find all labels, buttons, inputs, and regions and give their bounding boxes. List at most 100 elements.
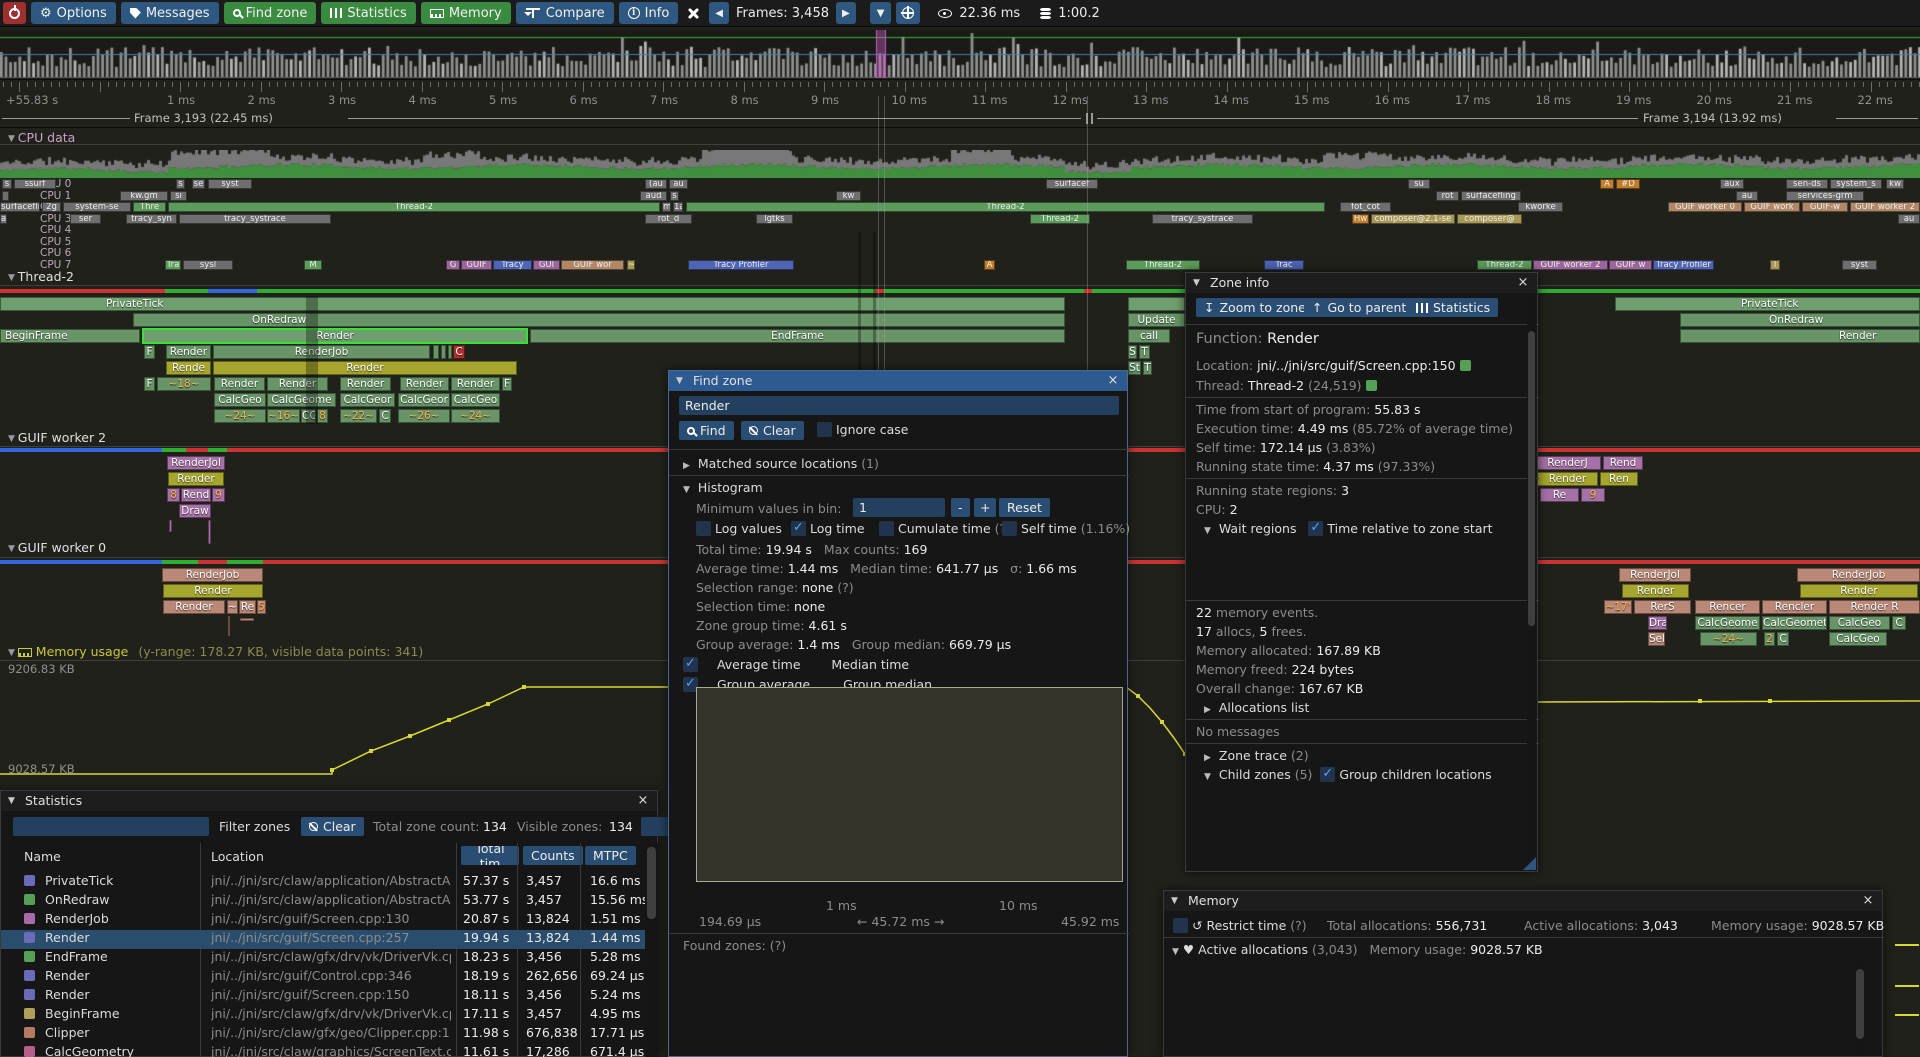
min-bin-input[interactable]	[853, 498, 945, 517]
timeline-zone[interactable]: 9	[212, 488, 225, 502]
cpu-zone[interactable]: sen-ds	[1786, 179, 1828, 189]
frame-dropdown-button[interactable]: ▼	[870, 2, 892, 24]
timeline-zone[interactable]: Rencler	[1762, 600, 1827, 614]
timeline-zone[interactable]: RenderJob	[162, 568, 263, 582]
histogram-plot[interactable]	[696, 687, 1123, 882]
filter-zones-input[interactable]	[13, 817, 209, 836]
timeline-zone[interactable]: 9	[1581, 488, 1605, 502]
timeline-zone[interactable]: Render	[1537, 472, 1598, 486]
timeline-zone[interactable]: Render	[213, 361, 517, 375]
cpu-zone[interactable]: GUIF wor	[561, 260, 624, 270]
stat-zone-name[interactable]: BeginFrame	[45, 1006, 120, 1021]
cpu-zone[interactable]: Tracy	[493, 260, 532, 270]
cpu-zone[interactable]: syst	[1842, 260, 1877, 270]
cpu-zone[interactable]: sysl	[183, 260, 233, 270]
cpu-zone[interactable]: m	[662, 202, 671, 212]
log-time-checkbox[interactable]: Log time	[791, 521, 865, 536]
timeline-zone[interactable]: CalcGeo	[1829, 632, 1887, 646]
thread2-header[interactable]: Thread-2	[8, 269, 74, 284]
scrollbar[interactable]	[645, 843, 658, 1057]
cpu-zone[interactable]: composer@	[1457, 214, 1522, 224]
cpu-zone[interactable]: au	[1736, 191, 1758, 201]
stat-zone-name[interactable]: Render	[45, 987, 90, 1002]
cpu-zone[interactable]: a	[0, 214, 7, 224]
cpu-zone[interactable]: M	[304, 260, 322, 270]
active-allocations-section[interactable]: ▼ ♥ Active allocations (3,043) Memory us…	[1172, 942, 1543, 957]
cpu-zone[interactable]	[2, 191, 9, 201]
col-counts-button[interactable]: Counts	[523, 846, 583, 865]
timeline-zone[interactable]: ~	[227, 600, 238, 614]
scrollbar[interactable]	[1854, 961, 1866, 1056]
col-location[interactable]: Location	[211, 849, 264, 864]
go-to-parent-button[interactable]: ↑Go to parent	[1304, 298, 1414, 317]
timeline-zone[interactable]: Re	[1540, 488, 1579, 502]
ignore-case-checkbox[interactable]: Ignore case	[817, 422, 908, 437]
clear-button[interactable]: Clear	[741, 421, 804, 440]
cpu-zone[interactable]: surfacef	[1046, 179, 1098, 189]
timeline-zone[interactable]: Dra	[1648, 616, 1667, 630]
timeline-zone[interactable]: ~17'	[1604, 600, 1632, 614]
axis-span[interactable]: ← 45.72 ms →	[857, 914, 944, 929]
timeline-zone[interactable]: Render	[143, 329, 527, 343]
cpu-zone[interactable]: tracy_syn	[126, 214, 177, 224]
self-time-checkbox[interactable]: Self time (1.16%)	[1002, 521, 1130, 536]
cpu-zone[interactable]: au	[1898, 214, 1920, 224]
stat-zone-location[interactable]: jni/../jni/src/guif/Screen.cpp:257	[211, 930, 451, 945]
cpu-zone[interactable]: Tracy Profiler	[1653, 260, 1714, 270]
timeline-zone[interactable]: Render	[451, 377, 500, 391]
statistics-panel-title[interactable]: Statistics	[1, 791, 657, 811]
cpu-zone[interactable]: 2g	[42, 202, 61, 212]
cpu-zone[interactable]: Thread-2	[686, 202, 1325, 212]
cpu-zone[interactable]: Thread-2	[168, 202, 660, 212]
timeline-zone[interactable]: RenderJol	[167, 456, 225, 470]
close-icon[interactable]: ×	[1860, 893, 1876, 909]
timeline-zone[interactable]: T	[1139, 345, 1150, 359]
timeline-zone[interactable]: C	[1777, 632, 1789, 646]
timeline-zone[interactable]: 8	[317, 409, 328, 423]
col-total-time-button[interactable]: Total tim	[461, 846, 519, 865]
cpu-zone[interactable]: s	[176, 179, 185, 189]
cpu-zone[interactable]: Thre	[133, 202, 166, 212]
timeline-zone[interactable]	[228, 616, 230, 636]
zone-info-panel-title[interactable]: Zone info	[1186, 273, 1537, 293]
cpu-zone[interactable]: Tra	[165, 260, 181, 270]
timeline-zone[interactable]: C	[1892, 616, 1906, 630]
stat-zone-location[interactable]: jni/../jni/src/guif/Control.cpp:346	[211, 968, 451, 983]
stat-zone-name[interactable]: OnRedraw	[45, 892, 110, 907]
cpu-zone[interactable]: ser	[70, 214, 101, 224]
col-mtpc-button[interactable]: MTPC	[585, 846, 636, 865]
timeline-zone[interactable]: Re	[239, 600, 256, 614]
cpu-zone[interactable]: composer@2.1-se	[1371, 214, 1455, 224]
memory-button[interactable]: Memory	[421, 2, 511, 24]
timeline-zone[interactable]: ~18~	[157, 377, 211, 391]
stat-zone-name[interactable]: PrivateTick	[45, 873, 113, 888]
timeline-zone[interactable]: C	[379, 409, 391, 423]
timeline-zone[interactable]: T	[1143, 361, 1152, 375]
timeline-zone[interactable]: ~24~	[1700, 632, 1757, 646]
timeline-zone[interactable]: Sel	[1648, 632, 1665, 646]
cpu-zone[interactable]: l	[1770, 260, 1780, 270]
scrollbar-thumb[interactable]	[1856, 969, 1864, 1039]
timeline-zone[interactable]: C	[453, 345, 465, 359]
clear-filter-button[interactable]: Clear	[301, 817, 364, 836]
scrollbar[interactable]	[1527, 295, 1536, 871]
timeline-zone[interactable]: Draw	[179, 504, 211, 518]
timeline-zone[interactable]	[240, 618, 254, 621]
cpu-zone[interactable]: surfacefli	[0, 202, 40, 212]
timeline-zone[interactable]: Render	[1800, 584, 1918, 598]
timeline-zone[interactable]	[448, 345, 452, 359]
statistics-jump-button[interactable]: Statistics	[1408, 298, 1498, 317]
timeline-zone[interactable]: BeginFrame	[0, 329, 140, 343]
cpu-zone[interactable]: Thread-2	[1477, 260, 1532, 270]
timeline-zone[interactable]: CalcGeome	[267, 393, 336, 407]
cpu-zone[interactable]: GUIF-w	[1802, 202, 1848, 212]
find-zone-panel-title[interactable]: Find zone	[669, 371, 1127, 391]
cpu-zone[interactable]: aud	[640, 191, 667, 201]
cpu-zone[interactable]: Thread-2	[1030, 214, 1090, 224]
cpu-zone[interactable]: su	[1408, 179, 1430, 189]
find-button[interactable]: Find	[679, 421, 734, 440]
cpu-zone[interactable]: Trac	[1264, 260, 1304, 270]
timeline-zone[interactable]: Update	[1128, 313, 1185, 327]
timeline-zone[interactable]: OnRedraw	[1680, 313, 1920, 327]
timeline-zone[interactable]: CalcGeo	[1829, 616, 1890, 630]
